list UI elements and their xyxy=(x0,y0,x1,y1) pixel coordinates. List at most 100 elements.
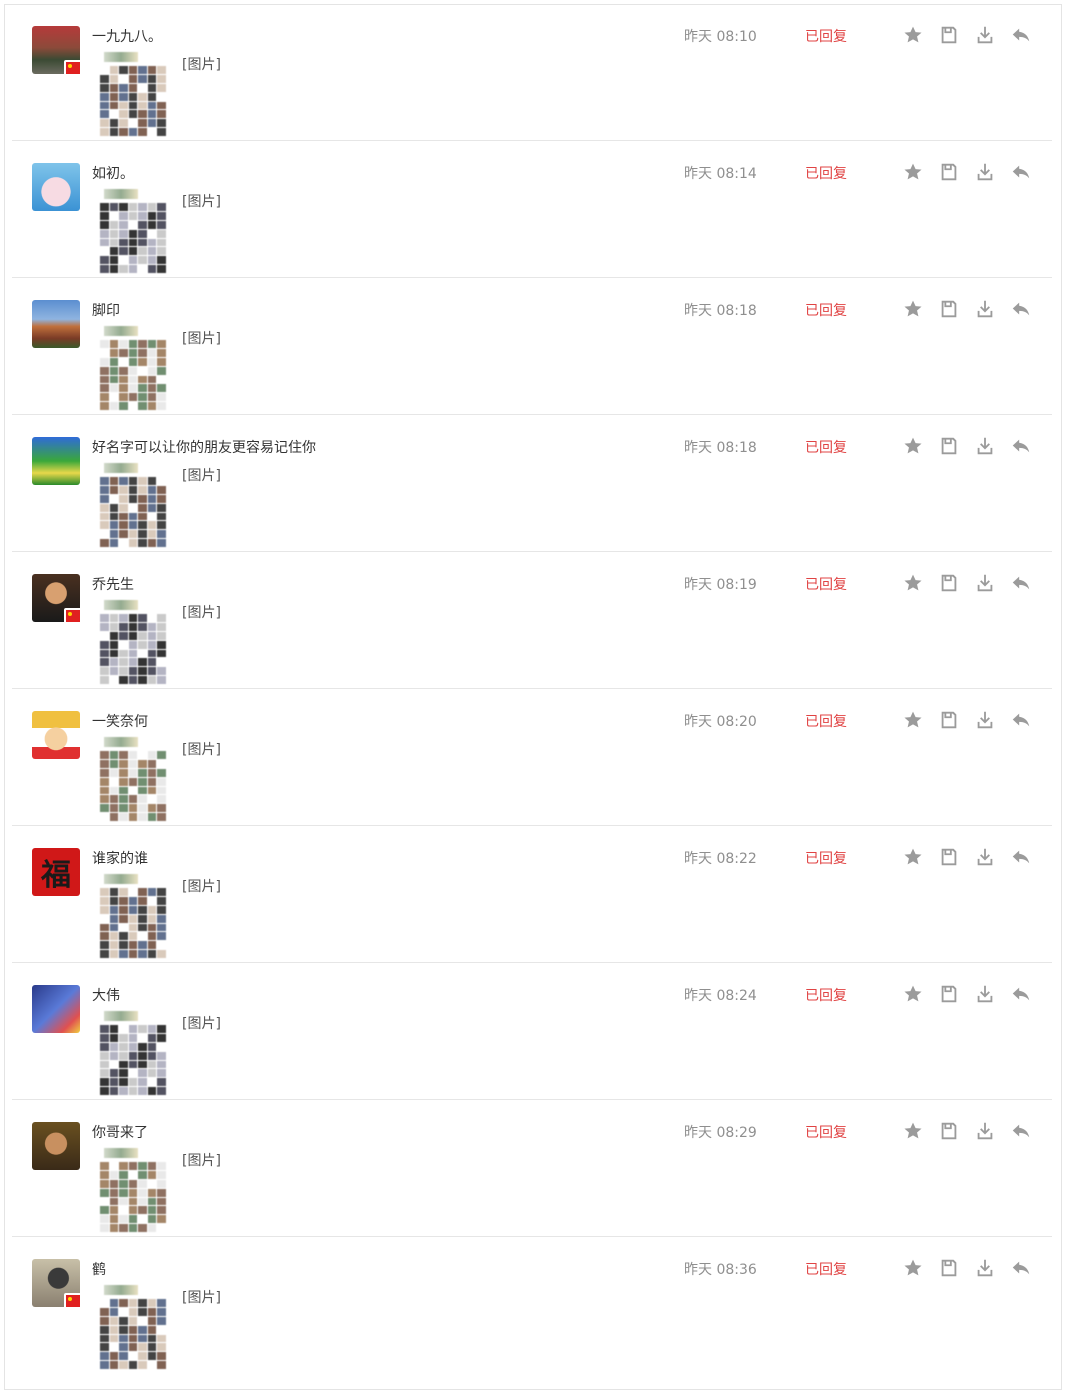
star-icon[interactable] xyxy=(902,298,924,320)
star-icon[interactable] xyxy=(902,161,924,183)
sender-name[interactable]: 一笑奈何 xyxy=(92,711,148,731)
download-icon[interactable] xyxy=(974,435,996,457)
star-icon[interactable] xyxy=(902,983,924,1005)
download-icon[interactable] xyxy=(974,298,996,320)
save-icon[interactable] xyxy=(938,298,960,320)
sender-name[interactable]: 好名字可以让你的朋友更容易记住你 xyxy=(92,437,316,457)
star-icon[interactable] xyxy=(902,435,924,457)
reply-status: 已回复 xyxy=(805,1262,847,1278)
message-content: [图片] xyxy=(182,879,221,895)
sender-name[interactable]: 一九九八。 xyxy=(92,26,162,46)
reply-status: 已回复 xyxy=(805,303,847,319)
message-time: 昨天 08:22 xyxy=(684,851,757,867)
save-icon[interactable] xyxy=(938,1257,960,1279)
reply-status: 已回复 xyxy=(805,29,847,45)
reply-status: 已回复 xyxy=(805,851,847,867)
message-content: [图片] xyxy=(182,468,221,484)
reply-icon[interactable] xyxy=(1010,298,1032,320)
image-thumbnail[interactable] xyxy=(92,463,172,547)
save-icon[interactable] xyxy=(938,24,960,46)
flag-badge-icon xyxy=(64,608,82,624)
message-time: 昨天 08:18 xyxy=(684,440,757,456)
star-icon[interactable] xyxy=(902,846,924,868)
message-content: [图片] xyxy=(182,742,221,758)
avatar-photo-person-road[interactable] xyxy=(32,26,82,76)
save-icon[interactable] xyxy=(938,161,960,183)
star-icon[interactable] xyxy=(902,1257,924,1279)
image-thumbnail[interactable] xyxy=(92,874,172,958)
download-icon[interactable] xyxy=(974,161,996,183)
image-thumbnail[interactable] xyxy=(92,189,172,273)
sender-name[interactable]: 你哥来了 xyxy=(92,1122,148,1142)
image-thumbnail[interactable] xyxy=(92,326,172,410)
save-icon[interactable] xyxy=(938,846,960,868)
message-row[interactable]: 大伟 [图片] 昨天 08:24 已回复 xyxy=(12,963,1052,1100)
download-icon[interactable] xyxy=(974,572,996,594)
reply-icon[interactable] xyxy=(1010,846,1032,868)
message-content: [图片] xyxy=(182,605,221,621)
reply-status: 已回复 xyxy=(805,988,847,1004)
reply-icon[interactable] xyxy=(1010,983,1032,1005)
image-thumbnail[interactable] xyxy=(92,600,172,684)
sender-name[interactable]: 乔先生 xyxy=(92,574,134,594)
message-content: [图片] xyxy=(182,1016,221,1032)
sender-name[interactable]: 鹤 xyxy=(92,1259,106,1279)
download-icon[interactable] xyxy=(974,1257,996,1279)
message-time: 昨天 08:10 xyxy=(684,29,757,45)
message-time: 昨天 08:18 xyxy=(684,303,757,319)
save-icon[interactable] xyxy=(938,572,960,594)
avatar-monkey-king[interactable] xyxy=(32,1122,80,1170)
save-icon[interactable] xyxy=(938,983,960,1005)
sender-name[interactable]: 脚印 xyxy=(92,300,120,320)
star-icon[interactable] xyxy=(902,572,924,594)
reply-icon[interactable] xyxy=(1010,1257,1032,1279)
message-time: 昨天 08:20 xyxy=(684,714,757,730)
avatar-photo-man-car[interactable] xyxy=(32,1259,82,1309)
avatar-cartoon-pig[interactable] xyxy=(32,163,80,211)
message-time: 昨天 08:14 xyxy=(684,166,757,182)
message-row[interactable]: 一九九八。 [图片] 昨天 08:10 已回复 xyxy=(12,4,1052,141)
image-thumbnail[interactable] xyxy=(92,52,172,136)
avatar-photo-man[interactable] xyxy=(32,574,82,624)
save-icon[interactable] xyxy=(938,1120,960,1142)
sender-name[interactable]: 谁家的谁 xyxy=(92,848,148,868)
avatar-fish-70[interactable] xyxy=(32,985,80,1033)
image-thumbnail[interactable] xyxy=(92,1285,172,1369)
star-icon[interactable] xyxy=(902,24,924,46)
avatar-fu-character[interactable]: 福 xyxy=(32,848,80,896)
message-row[interactable]: 一笑奈何 [图片] 昨天 08:20 已回复 xyxy=(12,689,1052,826)
star-icon[interactable] xyxy=(902,709,924,731)
message-row[interactable]: 福 谁家的谁 [图片] 昨天 08:22 已回复 xyxy=(12,826,1052,963)
reply-icon[interactable] xyxy=(1010,709,1032,731)
download-icon[interactable] xyxy=(974,1120,996,1142)
save-icon[interactable] xyxy=(938,435,960,457)
reply-icon[interactable] xyxy=(1010,1120,1032,1142)
download-icon[interactable] xyxy=(974,983,996,1005)
avatar-building-sky[interactable] xyxy=(32,300,80,348)
message-row[interactable]: 乔先生 [图片] 昨天 08:19 已回复 xyxy=(12,552,1052,689)
reply-icon[interactable] xyxy=(1010,24,1032,46)
download-icon[interactable] xyxy=(974,709,996,731)
message-row[interactable]: 脚印 [图片] 昨天 08:18 已回复 xyxy=(12,278,1052,415)
save-icon[interactable] xyxy=(938,709,960,731)
reply-status: 已回复 xyxy=(805,1125,847,1141)
sender-name[interactable]: 如初。 xyxy=(92,163,134,183)
message-row[interactable]: 如初。 [图片] 昨天 08:14 已回复 xyxy=(12,141,1052,278)
reply-icon[interactable] xyxy=(1010,435,1032,457)
download-icon[interactable] xyxy=(974,24,996,46)
reply-icon[interactable] xyxy=(1010,572,1032,594)
avatar-text-poster[interactable] xyxy=(32,437,80,485)
reply-status: 已回复 xyxy=(805,166,847,182)
avatar-cartoon-straw-hat[interactable] xyxy=(32,711,80,759)
message-row[interactable]: 好名字可以让你的朋友更容易记住你 [图片] 昨天 08:18 已回复 xyxy=(12,415,1052,552)
image-thumbnail[interactable] xyxy=(92,737,172,821)
star-icon[interactable] xyxy=(902,1120,924,1142)
image-thumbnail[interactable] xyxy=(92,1011,172,1095)
image-thumbnail[interactable] xyxy=(92,1148,172,1232)
message-row[interactable]: 你哥来了 [图片] 昨天 08:29 已回复 xyxy=(12,1100,1052,1237)
message-row[interactable]: 鹤 [图片] 昨天 08:36 已回复 xyxy=(12,1237,1052,1377)
message-time: 昨天 08:29 xyxy=(684,1125,757,1141)
sender-name[interactable]: 大伟 xyxy=(92,985,120,1005)
download-icon[interactable] xyxy=(974,846,996,868)
reply-icon[interactable] xyxy=(1010,161,1032,183)
